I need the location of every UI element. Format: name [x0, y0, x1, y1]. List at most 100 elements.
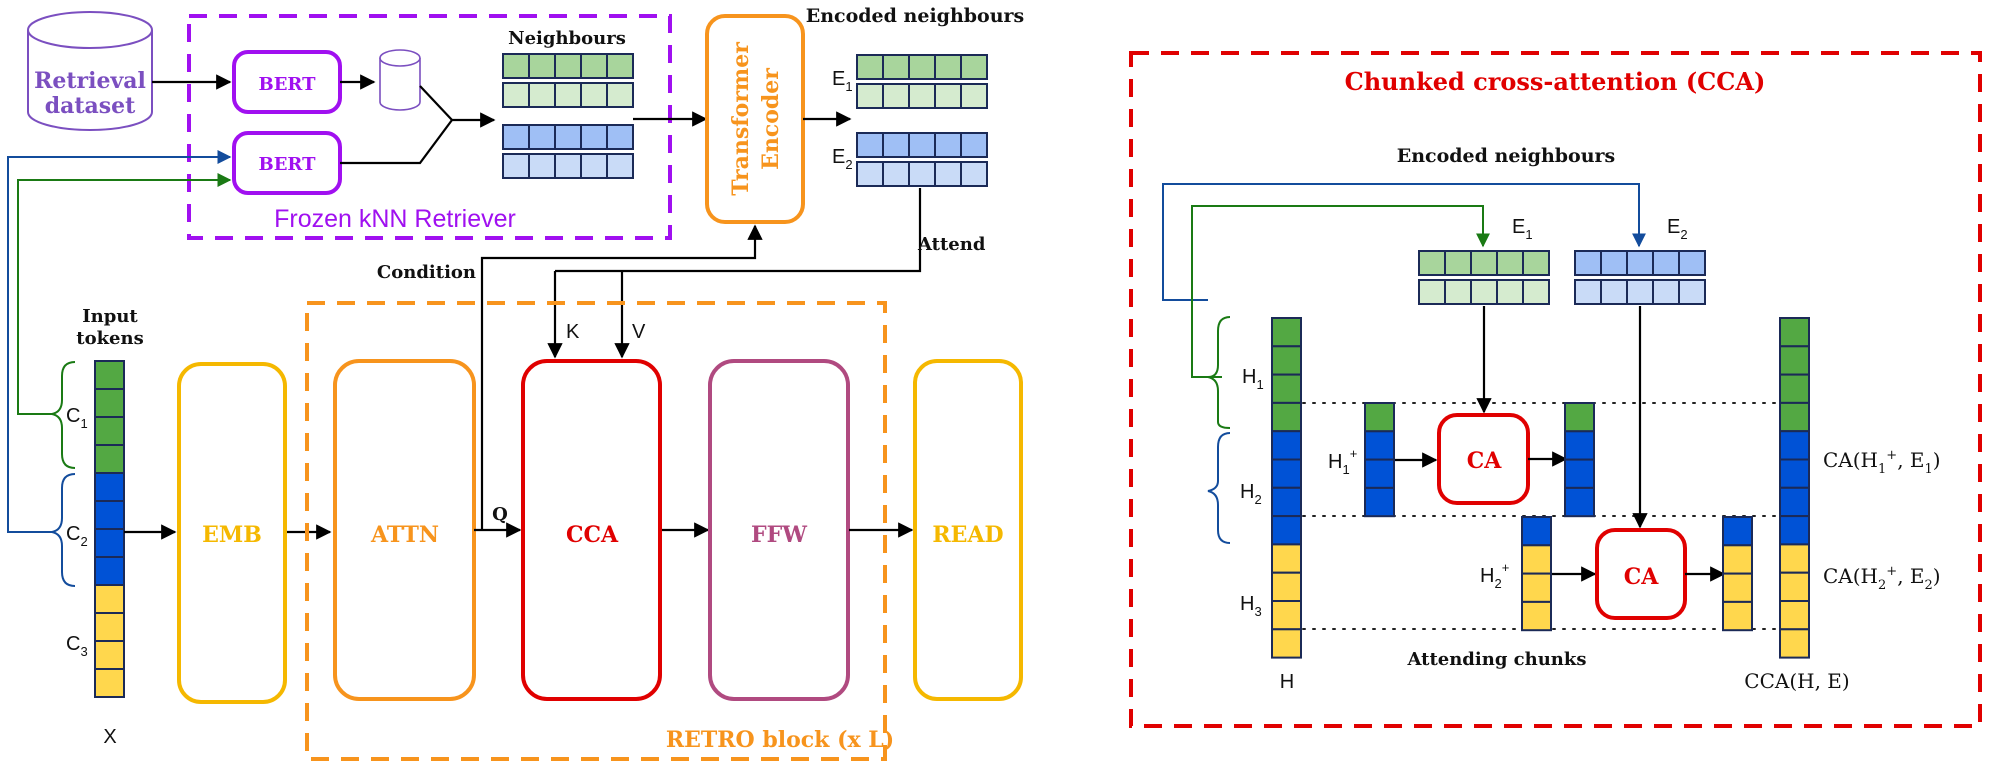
cca-encoded-cell: [1522, 250, 1550, 276]
h-cell: [1271, 543, 1302, 574]
ca2-output-cell: [1722, 600, 1753, 632]
cca-output-label: CCA(H, E): [1744, 669, 1849, 693]
h-cell: [1271, 401, 1302, 433]
bert-top-label: BERT: [259, 74, 317, 95]
left-panel: Retrieval dataset Frozen kNN Retriever B…: [7, 5, 1024, 761]
h2-plus-column: [1521, 516, 1552, 632]
retrieval-dataset-label-line1: Retrieval: [34, 68, 146, 94]
neighbour-cell: [606, 53, 634, 79]
transformer-encoder-label-line2: Encoder: [758, 68, 784, 170]
input-tokens-label-line2: tokens: [76, 328, 143, 349]
neighbour-cell: [502, 124, 530, 150]
neighbour-cell: [502, 153, 530, 179]
ca2-output-cell: [1722, 516, 1753, 547]
ca2-output-cell: [1722, 572, 1753, 603]
ca-output-1-label: CA(H1+, E1): [1823, 448, 1941, 477]
cca-encoded-grid: [1418, 250, 1706, 305]
cca-encoded-cell: [1444, 250, 1472, 276]
ca1-output-cell: [1564, 486, 1595, 518]
encoded-cell: [908, 132, 936, 158]
cca-encoded-cell: [1678, 250, 1706, 276]
cca-output-cell: [1779, 430, 1810, 461]
embedding-database-icon: [379, 49, 421, 111]
cca-encoded-cell: [1418, 279, 1446, 305]
ca1-output-cell: [1564, 458, 1595, 489]
h-cell: [1271, 317, 1302, 348]
h1-plus-column: [1364, 402, 1395, 518]
ca1-output-column: [1564, 402, 1595, 518]
h-cell: [1271, 571, 1302, 603]
read-label: READ: [932, 522, 1003, 548]
input-token-cell: [94, 612, 125, 642]
h-column: [1271, 317, 1302, 659]
input-token-cell: [94, 640, 125, 670]
v-label: V: [632, 321, 646, 343]
input-token-cell: [94, 444, 125, 474]
cca-encoded-cell: [1444, 279, 1472, 305]
encoded-cell: [908, 161, 936, 187]
neighbour-cell: [528, 53, 556, 79]
input-token-cell: [94, 500, 125, 530]
encoded-cell: [882, 132, 910, 158]
h2-plus-cell: [1521, 572, 1552, 603]
right-panel: Chunked cross-attention (CCA) Encoded ne…: [1129, 51, 1982, 728]
cca-encoded-cell: [1496, 250, 1524, 276]
retro-block-label: RETRO block (x L): [666, 727, 894, 753]
neighbour-cell: [554, 153, 582, 179]
h1-plus-cell: [1364, 402, 1395, 433]
neighbour-cell: [606, 82, 634, 108]
cca-output-column: [1779, 317, 1810, 659]
encoded-cell: [934, 132, 962, 158]
chunk-c3-label: C3: [66, 633, 88, 659]
cca-e2-label: E2: [1667, 216, 1688, 242]
cca-output-cell: [1779, 373, 1810, 404]
encoded-cell: [934, 161, 962, 187]
ca2-output-column: [1722, 516, 1753, 632]
neighbour-cell: [528, 82, 556, 108]
h-label: H: [1280, 671, 1294, 693]
cca-encoded-cell: [1652, 279, 1680, 305]
cca-output-cell: [1779, 628, 1810, 659]
h2-plus-cell: [1521, 600, 1552, 632]
h2-label: H2: [1240, 481, 1262, 507]
transformer-encoder-label-line1: Transformer: [728, 42, 754, 196]
input-token-cell: [94, 556, 125, 586]
cca-encoded-cell: [1470, 250, 1498, 276]
encoded-cell: [856, 83, 884, 109]
neighbour-cell: [528, 153, 556, 179]
cca-output-cell: [1779, 571, 1810, 603]
cca-encoded-cell: [1470, 279, 1498, 305]
k-label: K: [566, 321, 580, 343]
frozen-knn-retriever-label: Frozen kNN Retriever: [274, 205, 516, 233]
cca-encoded-cell: [1496, 279, 1524, 305]
neighbour-cell: [580, 53, 608, 79]
e1-label: E1: [832, 68, 853, 94]
encoded-cell: [882, 83, 910, 109]
encoded-cell: [960, 161, 988, 187]
h-cell: [1271, 600, 1302, 631]
ca-output-2-label: CA(H2+, E2): [1823, 564, 1941, 593]
ca2-output-cell: [1722, 544, 1753, 575]
attending-chunks-label: Attending chunks: [1406, 649, 1586, 670]
cca-encoded-cell: [1600, 279, 1628, 305]
h2-plus-label: H2+: [1480, 560, 1509, 591]
cca-label: CCA: [566, 522, 619, 548]
h-cell: [1271, 345, 1302, 376]
cca-encoded-cell: [1626, 279, 1654, 305]
ffw-label: FFW: [751, 522, 807, 548]
input-token-cell: [94, 388, 125, 418]
h1-plus-cell: [1364, 458, 1395, 489]
neighbours-grid: [502, 53, 634, 179]
encoded-cell: [908, 54, 936, 80]
encoded-cell: [934, 83, 962, 109]
retrieval-dataset-label-line2: dataset: [45, 93, 136, 119]
ca1-output-cell: [1564, 430, 1595, 461]
cca-encoded-cell: [1418, 250, 1446, 276]
line-bert-to-merge: [340, 119, 453, 165]
line-db-to-merge: [419, 85, 453, 121]
encoded-cell: [856, 161, 884, 187]
transformer-encoder-box: [705, 14, 805, 224]
encoded-cell: [856, 54, 884, 80]
cca-output-cell: [1779, 543, 1810, 574]
chunk-h1-brace: [1207, 316, 1231, 429]
